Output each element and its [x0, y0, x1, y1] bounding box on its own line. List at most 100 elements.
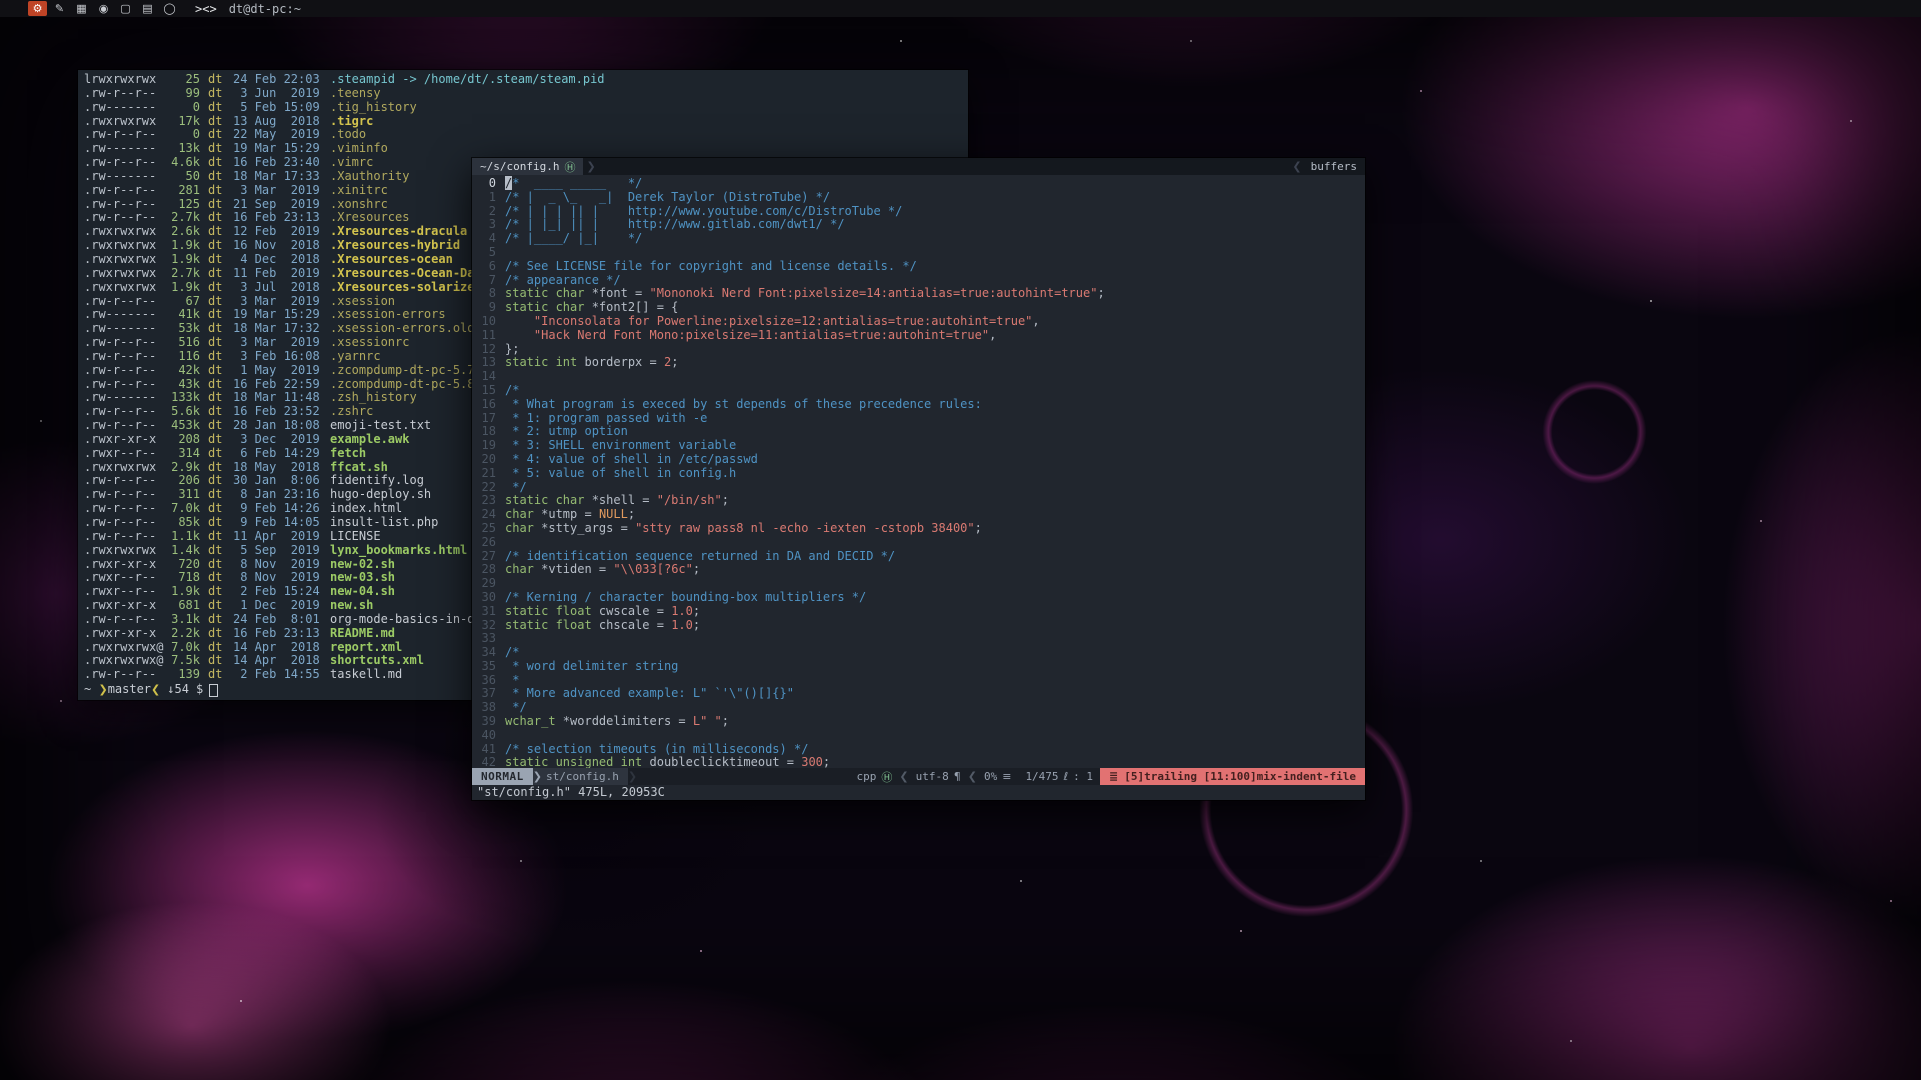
pencil-icon[interactable]: ✎ — [50, 1, 69, 16]
file-size: 208 — [166, 433, 200, 447]
code-area[interactable]: 0 /* ____ _____ */ 1 /* | _ \_ _| Derek … — [472, 175, 1365, 768]
file-size: 206 — [166, 474, 200, 488]
code-line[interactable]: 16 * What program is execed by st depend… — [472, 398, 1365, 412]
statusline-spacer — [637, 768, 849, 785]
file-owner: dt — [208, 668, 224, 682]
file-owner: dt — [208, 364, 224, 378]
file-row: lrwxrwxrwx 25 dt 24 Feb 22:03 .steampid … — [84, 73, 968, 87]
line-number: 26 — [472, 536, 505, 550]
line-number: 23 — [472, 494, 505, 508]
code-line[interactable]: 24 char *utmp = NULL; — [472, 508, 1365, 522]
code-line[interactable]: 8 static char *font = "Mononoki Nerd Fon… — [472, 287, 1365, 301]
percent-label: 0% — [984, 770, 997, 783]
code-line[interactable]: 6 /* See LICENSE file for copyright and … — [472, 260, 1365, 274]
line-content: /* selection timeouts (in milliseconds) … — [505, 743, 808, 757]
file-size: 50 — [166, 170, 200, 184]
line-content: wchar_t *worddelimiters = L" "; — [505, 715, 729, 729]
file-name: index.html — [330, 502, 402, 516]
file-owner: dt — [208, 211, 224, 225]
code-line[interactable]: 39 wchar_t *worddelimiters = L" "; — [472, 715, 1365, 729]
file-date: 24 Feb 22:03 — [233, 73, 321, 87]
code-line[interactable]: 36 * — [472, 674, 1365, 688]
file-size: 17k — [166, 115, 200, 129]
camera-icon[interactable]: ◉ — [94, 1, 113, 16]
file-date: 3 Jun 2019 — [233, 87, 321, 101]
lint-warnings: ≣ [5]trailing [11:100]mix-indent-file — [1100, 768, 1365, 785]
circle-icon[interactable]: ◯ — [160, 1, 179, 16]
code-line[interactable]: 0 /* ____ _____ */ — [472, 177, 1365, 191]
file-owner: dt — [208, 170, 224, 184]
code-line[interactable]: 19 * 3: SHELL environment variable — [472, 439, 1365, 453]
code-line[interactable]: 28 char *vtiden = "\\033[?6c"; — [472, 563, 1365, 577]
line-number: 1 — [472, 191, 505, 205]
code-line[interactable]: 17 * 1: program passed with -e — [472, 412, 1365, 426]
file-name: .Xresources — [330, 211, 409, 225]
code-line[interactable]: 13 static int borderpx = 2; — [472, 356, 1365, 370]
code-line[interactable]: 11 "Hack Nerd Font Mono:pixelsize=11:ant… — [472, 329, 1365, 343]
gear-icon[interactable]: ⚙ — [28, 1, 47, 16]
line-content: static int borderpx = 2; — [505, 356, 678, 370]
line-content: /* — [505, 384, 519, 398]
powerline-separator-icon: ❯ — [533, 768, 542, 785]
file-owner: dt — [208, 101, 224, 115]
line-number: 12 — [472, 343, 505, 357]
buffers-toggle[interactable]: ❮ buffers — [1289, 160, 1365, 173]
code-line[interactable]: 3 /* | |_| || | http://www.gitlab.com/dw… — [472, 218, 1365, 232]
file-size: 85k — [166, 516, 200, 530]
code-line[interactable]: 20 * 4: value of shell in /etc/passwd — [472, 453, 1365, 467]
file-date: 16 Feb 23:13 — [233, 211, 321, 225]
file-owner: dt — [208, 142, 224, 156]
code-line[interactable]: 27 /* identification sequence returned i… — [472, 550, 1365, 564]
file-owner: dt — [208, 516, 224, 530]
code-line[interactable]: 10 "Inconsolata for Powerline:pixelsize=… — [472, 315, 1365, 329]
line-number: 17 — [472, 412, 505, 426]
code-line[interactable]: 5 — [472, 246, 1365, 260]
code-line[interactable]: 31 static float cwscale = 1.0; — [472, 605, 1365, 619]
code-line[interactable]: 21 * 5: value of shell in config.h — [472, 467, 1365, 481]
code-line[interactable]: 37 * More advanced example: L" `'\"()[]{… — [472, 687, 1365, 701]
file-date: 18 Mar 17:33 — [233, 170, 321, 184]
file-permissions: .rwxr-xr-x — [84, 627, 166, 641]
code-line[interactable]: 2 /* | | | || | http://www.youtube.com/c… — [472, 205, 1365, 219]
file-date: 16 Feb 22:59 — [233, 378, 321, 392]
code-line[interactable]: 35 * word delimiter string — [472, 660, 1365, 674]
file-date: 18 Mar 11:48 — [233, 391, 321, 405]
code-line[interactable]: 7 /* appearance */ — [472, 274, 1365, 288]
code-line[interactable]: 40 — [472, 729, 1365, 743]
code-line[interactable]: 18 * 2: utmp option — [472, 425, 1365, 439]
code-line[interactable]: 34 /* — [472, 646, 1365, 660]
code-line[interactable]: 9 static char *font2[] = { — [472, 301, 1365, 315]
file-size: 1.9k — [166, 281, 200, 295]
code-line[interactable]: 32 static float chscale = 1.0; — [472, 619, 1365, 633]
image-icon[interactable]: ▦ — [72, 1, 91, 16]
code-line[interactable]: 42 static unsigned int doubleclicktimeou… — [472, 756, 1365, 768]
file-permissions: .rw-r--r-- — [84, 184, 166, 198]
file-permissions: .rwxrwxrwx — [84, 281, 166, 295]
buffer-tab[interactable]: ~/s/config.h Ⓗ — [472, 158, 583, 175]
folder-icon[interactable]: ▤ — [138, 1, 157, 16]
file-size: 1.9k — [166, 253, 200, 267]
line-content: /* ____ _____ */ — [505, 177, 642, 191]
code-line[interactable]: 25 char *stty_args = "stty raw pass8 nl … — [472, 522, 1365, 536]
code-line[interactable]: 29 — [472, 577, 1365, 591]
monitor-icon[interactable]: ▢ — [116, 1, 135, 16]
file-owner: dt — [208, 253, 224, 267]
code-line[interactable]: 14 — [472, 370, 1365, 384]
code-line[interactable]: 15 /* — [472, 384, 1365, 398]
code-line[interactable]: 23 static char *shell = "/bin/sh"; — [472, 494, 1365, 508]
line-content: * 2: utmp option — [505, 425, 628, 439]
code-line[interactable]: 30 /* Kerning / character bounding-box m… — [472, 591, 1365, 605]
code-line[interactable]: 38 */ — [472, 701, 1365, 715]
code-line[interactable]: 4 /* |____/ |_| */ — [472, 232, 1365, 246]
code-line[interactable]: 12 }; — [472, 343, 1365, 357]
code-line[interactable]: 41 /* selection timeouts (in millisecond… — [472, 743, 1365, 757]
editor-window[interactable]: ~/s/config.h Ⓗ ❯ ❮ buffers 0 /* ____ ___… — [472, 158, 1365, 800]
line-number: 25 — [472, 522, 505, 536]
code-line[interactable]: 22 */ — [472, 481, 1365, 495]
code-line[interactable]: 1 /* | _ \_ _| Derek Taylor (DistroTube)… — [472, 191, 1365, 205]
file-name: new-03.sh — [330, 571, 395, 585]
file-name: .xinitrc — [330, 184, 388, 198]
desktop: ⚙✎▦◉▢▤◯ ><> dt@dt-pc:~ lrwxrwxrwx 25 dt … — [0, 0, 1921, 1080]
code-line[interactable]: 26 — [472, 536, 1365, 550]
code-line[interactable]: 33 — [472, 632, 1365, 646]
